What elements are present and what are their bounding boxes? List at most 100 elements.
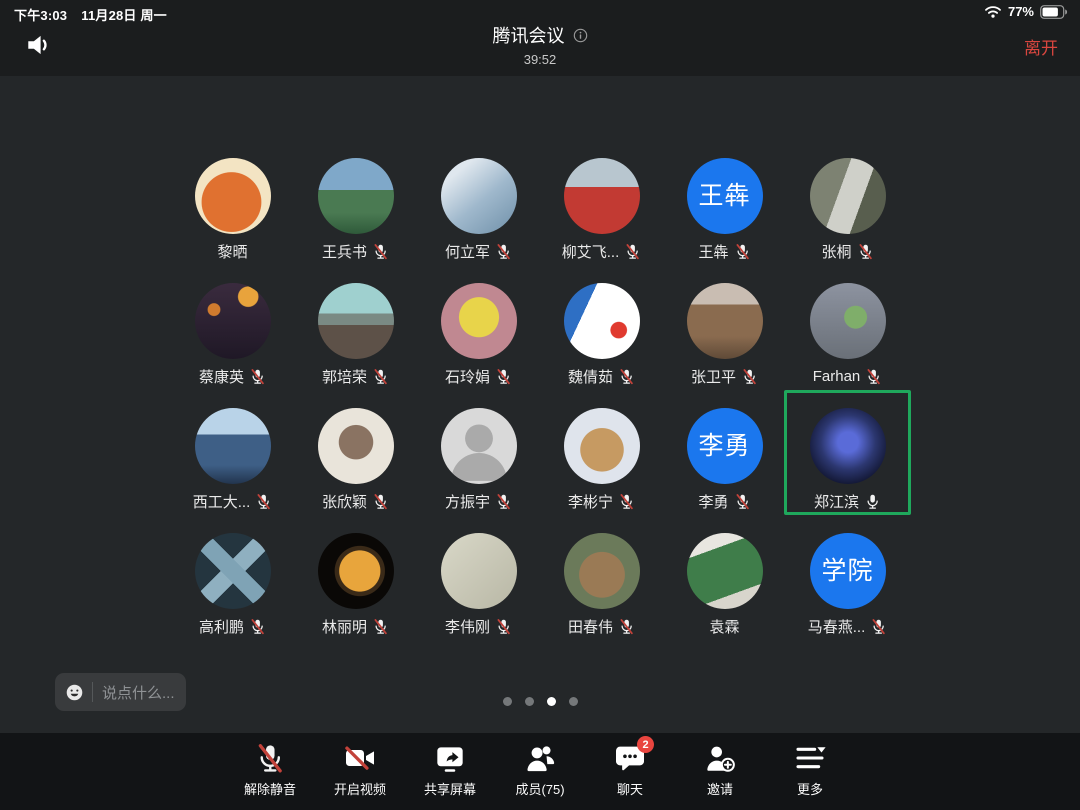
mic-muted-icon [624,243,641,260]
participant-tile[interactable]: 张桐 [786,155,909,280]
participant-tile[interactable]: 魏倩茹 [540,280,663,405]
info-icon[interactable] [573,28,588,43]
wifi-icon [984,4,1002,19]
toolbar-members-button[interactable]: 成员(75) [504,741,576,810]
participant-tile[interactable]: 郭培荣 [294,280,417,405]
participant-tile[interactable]: 张欣颖 [294,405,417,530]
participant-tile[interactable]: 李伟刚 [417,530,540,655]
participant-tile[interactable]: 石玲娟 [417,280,540,405]
battery-percent: 77% [1008,4,1034,19]
mic-muted-icon [618,618,635,635]
mic-muted-icon [372,243,389,260]
avatar [810,408,886,484]
participant-name: 蔡康英 [199,366,244,387]
toolbar-label: 邀请 [707,779,733,798]
mic-muted-icon [495,618,512,635]
page-dot-active [547,697,556,706]
participant-name: 高利鹏 [199,616,244,637]
participant-tile[interactable]: 李勇李勇 [663,405,786,530]
unread-badge: 2 [637,736,654,753]
mic-muted-icon [495,368,512,385]
participant-tile[interactable]: 李彬宁 [540,405,663,530]
page-dot [525,697,534,706]
participant-tile[interactable]: 方振宇 [417,405,540,530]
participant-name: 石玲娟 [445,366,490,387]
avatar [318,408,394,484]
bottom-toolbar: 解除静音 开启视频 共享屏幕成员(75) 2聊天邀请 更多 [0,733,1080,810]
participant-tile[interactable]: 蔡康英 [171,280,294,405]
participant-name: Farhan [813,368,861,385]
participant-tile[interactable]: 袁霖 [663,530,786,655]
mic-muted-icon [254,741,286,775]
participant-grid: 黎晒 王兵书 何立军 柳艾飞... 王犇王犇 张桐 蔡康英 郭培荣 石玲娟 魏倩茹… [171,155,909,655]
participant-tile[interactable]: 柳艾飞... [540,155,663,280]
avatar [318,283,394,359]
participant-tile[interactable]: 高利鹏 [171,530,294,655]
avatar [687,533,763,609]
avatar [810,283,886,359]
meeting-timer: 39:52 [0,52,1080,67]
participant-tile[interactable]: 西工大... [171,405,294,530]
avatar [564,533,640,609]
participant-tile[interactable]: 林丽明 [294,530,417,655]
page-dot [569,697,578,706]
participant-name: 郑江滨 [814,491,859,512]
participant-name: 张桐 [821,241,851,262]
camera-off-icon [344,741,376,775]
battery-icon [1040,5,1068,19]
participant-name: 郭培荣 [322,366,367,387]
participant-tile[interactable]: 田春伟 [540,530,663,655]
invite-icon [704,741,736,775]
avatar-initials: 李勇 [698,434,750,459]
participant-name: 魏倩茹 [568,366,613,387]
avatar [441,283,517,359]
mic-on-icon [864,493,881,510]
meeting-title: 腾讯会议 [493,22,565,48]
toolbar-label: 开启视频 [334,779,386,798]
participant-name: 袁霖 [709,616,739,637]
participant-tile[interactable]: 何立军 [417,155,540,280]
toolbar-share-screen-button[interactable]: 共享屏幕 [414,741,486,810]
toolbar-label: 更多 [797,779,823,798]
mic-muted-icon [372,368,389,385]
avatar [564,283,640,359]
avatar: 王犇 [687,158,763,234]
mic-muted-icon [249,618,266,635]
participant-name: 李伟刚 [445,616,490,637]
participant-tile[interactable]: 张卫平 [663,280,786,405]
avatar [195,158,271,234]
more-icon [794,741,826,775]
toolbar-label: 解除静音 [244,779,296,798]
participant-name: 黎晒 [217,241,247,262]
mic-muted-icon [495,243,512,260]
participant-tile[interactable]: 学院马春燕... [786,530,909,655]
page-indicator [0,697,1080,706]
toolbar-invite-button[interactable]: 邀请 [684,741,756,810]
participant-tile[interactable]: 黎晒 [171,155,294,280]
mic-muted-icon [741,368,758,385]
leave-button[interactable]: 离开 [1024,34,1058,59]
mic-muted-icon [865,368,882,385]
top-bar: 下午3:03 11月28日 周一 77% 腾讯会议 39:52 离开 [0,0,1080,76]
participant-tile[interactable]: 王兵书 [294,155,417,280]
mic-muted-icon [734,243,751,260]
avatar [441,533,517,609]
avatar [564,158,640,234]
toolbar-chat-button[interactable]: 2聊天 [594,741,666,810]
mic-muted-icon [734,493,751,510]
mic-muted-icon [372,493,389,510]
toolbar-start-video-button[interactable]: 开启视频 [324,741,396,810]
mic-muted-icon [618,493,635,510]
avatar [810,158,886,234]
avatar-initials: 王犇 [698,184,750,209]
mic-muted-icon [255,493,272,510]
toolbar-unmute-button[interactable]: 解除静音 [234,741,306,810]
mic-muted-icon [495,493,512,510]
participant-tile[interactable]: Farhan [786,280,909,405]
participant-name: 方振宇 [445,491,490,512]
chat-icon: 2 [614,741,646,775]
mic-muted-icon [857,243,874,260]
participant-tile[interactable]: 王犇王犇 [663,155,786,280]
toolbar-more-button[interactable]: 更多 [774,741,846,810]
participant-tile[interactable]: 郑江滨 [786,405,909,530]
